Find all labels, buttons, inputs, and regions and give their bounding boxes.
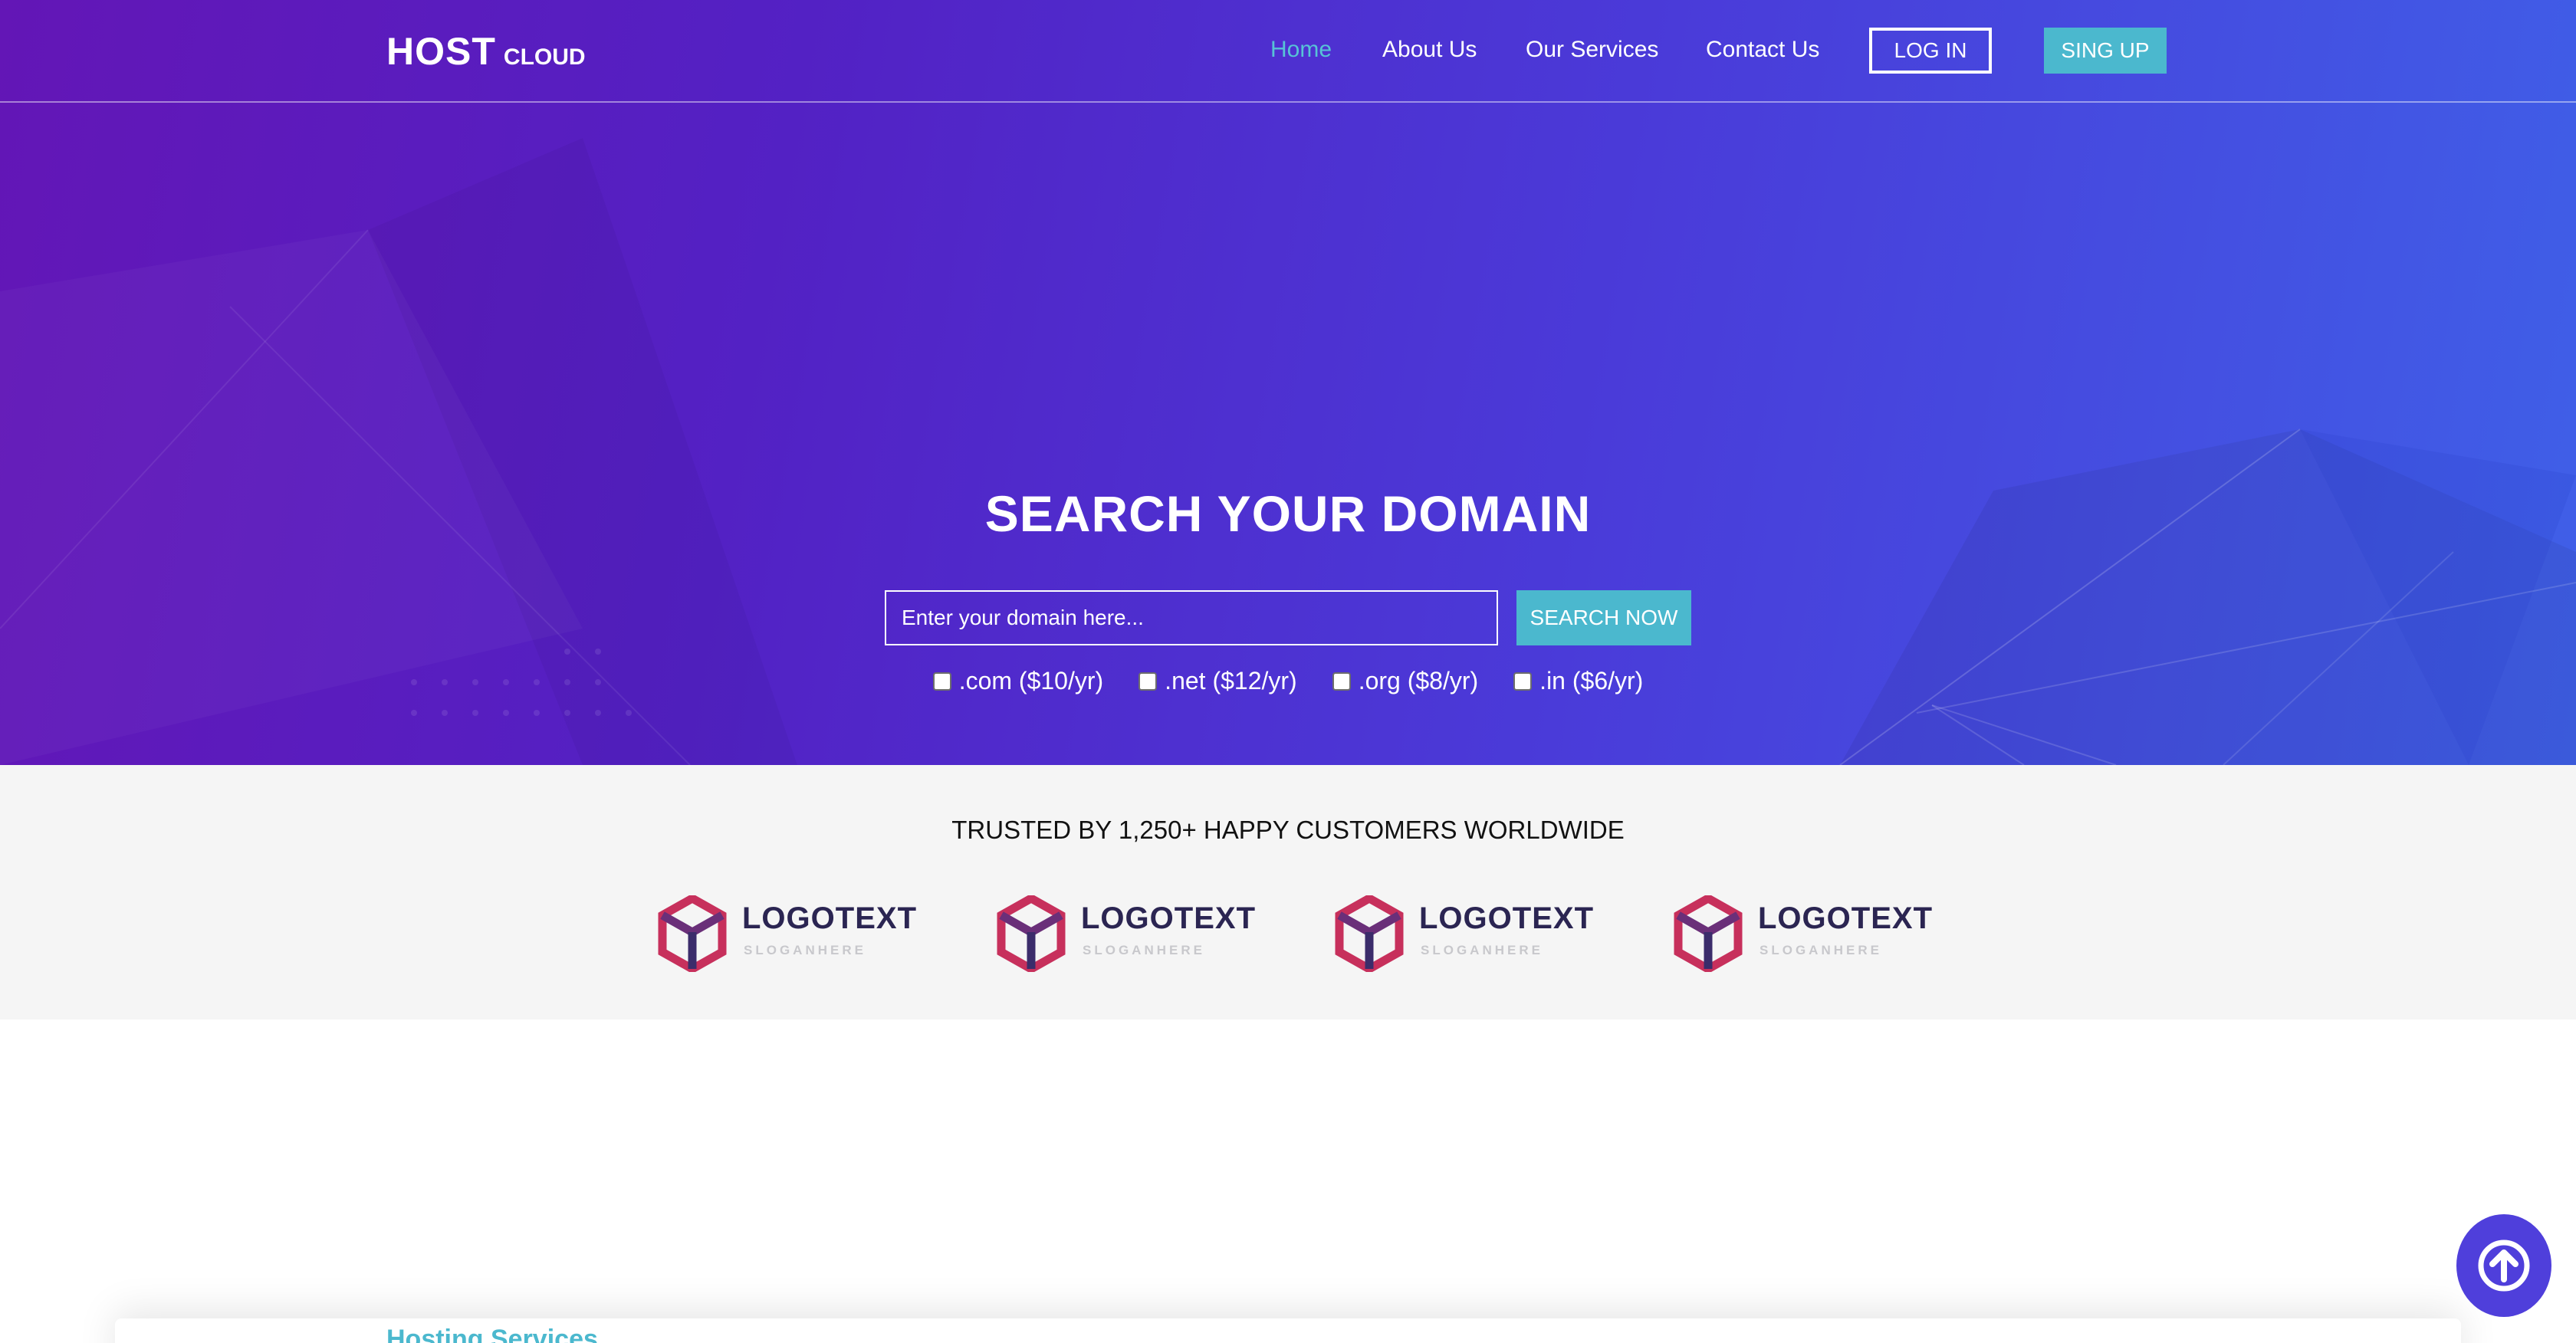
tld-org-checkbox[interactable]: [1332, 672, 1351, 691]
nav-services-link[interactable]: Our Services: [1526, 37, 1658, 63]
signup-button[interactable]: SING UP: [2044, 28, 2167, 74]
logo-text: LOGOTEXT: [742, 901, 917, 935]
tld-in-label: .in ($6/yr): [1539, 667, 1644, 694]
brand-name: HOST: [386, 30, 496, 73]
logo-slogan: SLOGANHERE: [1760, 943, 1882, 957]
services-title: Hosting Services: [386, 1325, 598, 1343]
customer-logo: LOGOTEXT SLOGANHERE: [997, 895, 1255, 972]
scroll-to-top-button[interactable]: [2456, 1214, 2551, 1317]
hero-section: HOST CLOUD Home About Us Our Services Con…: [0, 0, 2576, 765]
logo-text: LOGOTEXT: [1758, 901, 1933, 935]
customer-logo: LOGOTEXT SLOGANHERE: [1674, 895, 1932, 972]
search-now-button[interactable]: SEARCH NOW: [1516, 590, 1691, 645]
trusted-title: TRUSTED BY 1,250+ HAPPY CUSTOMERS WORLDW…: [951, 816, 1625, 844]
tld-com-label: .com ($10/yr): [958, 667, 1104, 694]
tld-net-checkbox[interactable]: [1138, 672, 1158, 691]
hero-title: SEARCH YOUR DOMAIN: [984, 485, 1592, 542]
tld-option-com[interactable]: .com ($10/yr): [932, 667, 1104, 695]
tld-org-label: .org ($8/yr): [1358, 667, 1479, 694]
domain-search-input[interactable]: [885, 590, 1498, 645]
nav-about-link[interactable]: About Us: [1382, 37, 1477, 63]
trusted-section: TRUSTED BY 1,250+ HAPPY CUSTOMERS WORLDW…: [0, 765, 2576, 1020]
logo-text: LOGOTEXT: [1081, 901, 1256, 935]
customer-logo: LOGOTEXT SLOGANHERE: [1335, 895, 1593, 972]
hexagon-cube-icon: [1335, 895, 1404, 972]
tld-net-label: .net ($12/yr): [1165, 667, 1297, 694]
nav-home-link[interactable]: Home: [1270, 37, 1332, 63]
logo-text: LOGOTEXT: [1419, 901, 1594, 935]
tld-options: .com ($10/yr) .net ($12/yr) .org ($8/yr)…: [0, 667, 2576, 695]
hexagon-cube-icon: [997, 895, 1066, 972]
top-navbar: HOST CLOUD Home About Us Our Services Con…: [0, 0, 2576, 103]
tld-option-net[interactable]: .net ($12/yr): [1138, 667, 1297, 695]
tld-option-org[interactable]: .org ($8/yr): [1332, 667, 1478, 695]
tld-com-checkbox[interactable]: [932, 672, 951, 691]
tld-in-checkbox[interactable]: [1513, 672, 1533, 691]
customer-logo: LOGOTEXT SLOGANHERE: [658, 895, 916, 972]
hexagon-cube-icon: [1674, 895, 1743, 972]
tld-option-in[interactable]: .in ($6/yr): [1513, 667, 1643, 695]
brand-logo[interactable]: HOST CLOUD: [386, 29, 586, 74]
hero-background-pattern: [0, 138, 2576, 765]
logo-slogan: SLOGANHERE: [1083, 943, 1205, 957]
hexagon-cube-icon: [658, 895, 727, 972]
arrow-up-circle-icon: [2478, 1240, 2530, 1292]
logo-slogan: SLOGANHERE: [744, 943, 866, 957]
brand-subname: CLOUD: [503, 44, 586, 70]
logo-slogan: SLOGANHERE: [1421, 943, 1543, 957]
nav-contact-link[interactable]: Contact Us: [1706, 37, 1819, 63]
login-button[interactable]: LOG IN: [1869, 28, 1992, 74]
